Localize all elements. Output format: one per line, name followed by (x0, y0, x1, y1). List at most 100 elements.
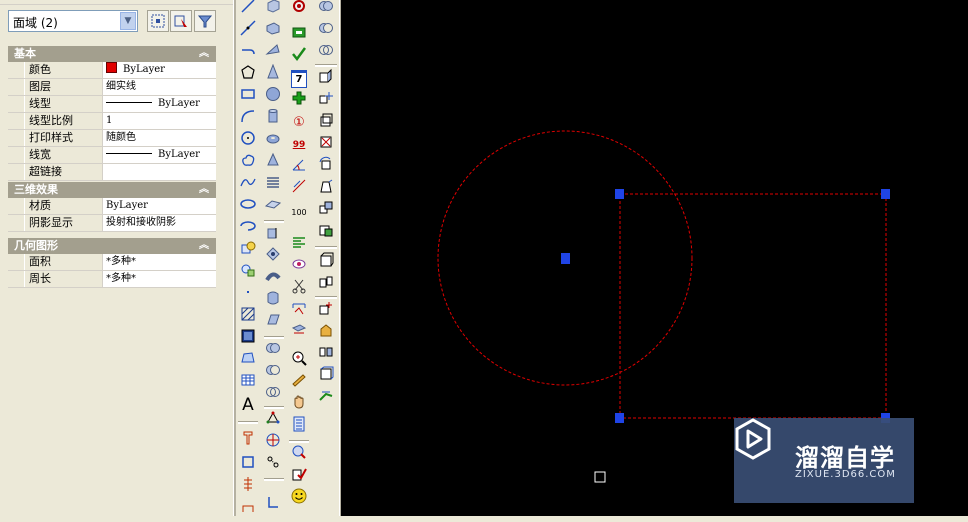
section-3d-header[interactable]: 三维效果 ︽ (8, 182, 216, 198)
dim-linear-icon[interactable] (288, 178, 310, 200)
quick-select-button[interactable] (194, 10, 216, 32)
move-face-icon[interactable] (315, 90, 337, 112)
calendar-icon[interactable]: 7 (288, 68, 310, 90)
layer-icon[interactable] (288, 322, 310, 344)
measure-icon[interactable] (288, 300, 310, 322)
mtext-icon[interactable]: A (237, 394, 259, 416)
property-value[interactable]: *多种* (102, 254, 216, 270)
property-row[interactable]: 周长 *多种* (8, 271, 216, 288)
property-row[interactable]: 阴影显示 投射和接收阴影 (8, 215, 216, 232)
property-row[interactable]: 线型比例 1 (8, 113, 216, 130)
union-icon[interactable] (262, 340, 284, 362)
line-icon[interactable] (237, 0, 259, 20)
hatch-icon[interactable] (237, 306, 259, 328)
property-value[interactable]: ByLayer (102, 62, 216, 78)
revision-cloud-icon[interactable] (237, 152, 259, 174)
spline-icon[interactable] (237, 174, 259, 196)
render-icon[interactable] (288, 0, 310, 20)
presspull-icon[interactable] (262, 246, 284, 268)
selection-dropdown[interactable]: 面域 (2) ▼ (8, 10, 138, 32)
group-icon[interactable] (288, 24, 310, 46)
calculator-icon[interactable] (288, 416, 310, 438)
extrude-icon[interactable] (262, 224, 284, 246)
loft-icon[interactable] (262, 312, 284, 334)
cone-icon[interactable] (262, 42, 284, 64)
property-row[interactable]: 图层 细实线 (8, 79, 216, 96)
tolerance-icon[interactable] (237, 476, 259, 498)
property-value[interactable]: *多种* (102, 271, 216, 287)
select-objects-button[interactable] (170, 10, 192, 32)
section-geometry-header[interactable]: 几何图形 ︽ (8, 238, 216, 254)
rectangle-icon[interactable] (237, 86, 259, 108)
separate-icon[interactable] (315, 300, 337, 322)
ucs-world-icon[interactable] (262, 494, 284, 516)
property-value[interactable]: ByLayer (102, 198, 216, 214)
intersect-icon[interactable] (262, 384, 284, 406)
property-row[interactable]: 颜色 ByLayer (8, 62, 216, 79)
polysolid-icon[interactable] (262, 196, 284, 218)
dimension-number-icon[interactable]: ① (288, 112, 310, 134)
revolve-icon[interactable] (262, 290, 284, 312)
region-icon[interactable] (237, 350, 259, 372)
property-row[interactable]: 超链接 (8, 164, 216, 181)
property-value[interactable] (102, 164, 216, 180)
extrude-face-icon[interactable] (315, 68, 337, 90)
slice-icon[interactable] (315, 366, 337, 388)
section-icon[interactable] (315, 388, 337, 410)
make-block-icon[interactable] (237, 262, 259, 284)
smile-icon[interactable] (288, 488, 310, 510)
subtract-3d-icon[interactable] (315, 20, 337, 42)
ucs-icon[interactable] (262, 432, 284, 454)
collapse-icon[interactable]: ︽ (196, 182, 212, 198)
planar-surface-icon[interactable] (262, 174, 284, 196)
helix-icon[interactable] (262, 152, 284, 174)
property-row[interactable]: 线宽 ByLayer (8, 147, 216, 164)
sphere-icon[interactable] (262, 63, 284, 86)
pan-icon[interactable] (288, 394, 310, 416)
box-icon[interactable] (262, 0, 284, 20)
offset-face-icon[interactable] (315, 112, 337, 134)
collapse-icon[interactable]: ︽ (196, 46, 212, 62)
union-3d-icon[interactable] (315, 0, 337, 20)
drawing-canvas[interactable]: 溜溜自学 ZIXUE.3D66.COM (341, 0, 968, 516)
property-row[interactable]: 线型 ByLayer (8, 96, 216, 113)
gradient-icon[interactable] (237, 328, 259, 350)
property-row[interactable]: 打印样式 随颜色 (8, 130, 216, 147)
check-solid-icon[interactable] (315, 344, 337, 366)
copy-face-icon[interactable] (315, 200, 337, 222)
dim-edit-icon[interactable]: 100 (288, 202, 310, 224)
pyramid-icon[interactable] (262, 130, 284, 152)
section-general-header[interactable]: 基本 ︽ (8, 46, 216, 62)
align-text-icon[interactable] (288, 234, 310, 256)
property-value[interactable]: 细实线 (102, 79, 216, 95)
toggle-pickadd-button[interactable] (147, 10, 169, 32)
check-icon[interactable] (288, 46, 310, 68)
intersect-3d-icon[interactable] (315, 42, 337, 64)
clean-icon[interactable] (315, 274, 337, 296)
property-value[interactable]: ByLayer (102, 96, 216, 112)
torus-icon[interactable] (262, 108, 284, 130)
cylinder-icon[interactable] (262, 86, 284, 108)
camera-icon[interactable] (262, 454, 284, 476)
grip-point[interactable] (615, 413, 624, 423)
property-value[interactable]: 1 (102, 113, 216, 129)
angle-icon[interactable] (288, 156, 310, 178)
zoom-icon[interactable] (288, 350, 310, 372)
property-value[interactable]: ByLayer (102, 147, 216, 163)
boundary-icon[interactable] (237, 454, 259, 476)
taper-face-icon[interactable] (315, 178, 337, 200)
chevron-down-icon[interactable]: ▼ (120, 12, 136, 30)
property-row[interactable]: 材质 ByLayer (8, 198, 216, 215)
circle-icon[interactable] (237, 130, 259, 152)
imprint-icon[interactable] (315, 252, 337, 274)
grip-point[interactable] (881, 189, 890, 199)
3d-orbit-icon[interactable] (262, 410, 284, 432)
construction-line-icon[interactable] (237, 20, 259, 42)
selected-rectangle-region[interactable] (619, 193, 887, 419)
color-face-icon[interactable] (315, 222, 337, 244)
shell-icon[interactable] (315, 322, 337, 344)
dim-style-icon[interactable] (237, 430, 259, 452)
arc-icon[interactable] (237, 108, 259, 130)
rotate-face-icon[interactable] (315, 156, 337, 178)
toolpalette-icon[interactable] (288, 444, 310, 466)
